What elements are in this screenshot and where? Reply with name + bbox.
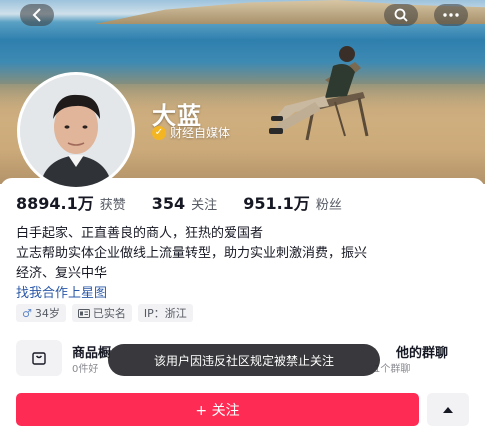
profile-tags: ♂ 34岁 已实名 IP：浙江 <box>16 304 193 322</box>
bio-line: 立志帮助实体企业做线上流量转型，助力实业刺激消费，振兴 <box>16 246 368 261</box>
stat-value: 951.1万 <box>243 194 310 213</box>
tag-verified: 已实名 <box>71 304 132 322</box>
tag-verified-label: 已实名 <box>92 307 126 320</box>
verification-row: ✓ 财经自媒体 <box>152 124 230 141</box>
group-chat-title[interactable]: 他的群聊 <box>396 342 448 361</box>
stat-label: 关注 <box>191 198 218 213</box>
shop-entry[interactable] <box>16 340 62 376</box>
shop-subtitle: 0件好 <box>72 364 99 375</box>
stat-label: 获赞 <box>99 198 126 213</box>
shopping-bag-icon <box>32 352 46 365</box>
profile-bio: 白手起家、正直善良的商人，狂热的爱国者 立志帮助实体企业做线上流量转型，助力实业… <box>16 224 476 304</box>
search-icon <box>394 8 408 22</box>
bio-link-xingtu[interactable]: 找我合作上星图 <box>16 284 476 304</box>
verification-label: 财经自媒体 <box>170 126 231 140</box>
tag-age-label: 34岁 <box>34 307 60 320</box>
avatar-portrait <box>20 75 132 187</box>
toast-message: 该用户因违反社区规定被禁止关注 <box>108 344 380 376</box>
follow-button[interactable]: + 关注 <box>16 393 419 426</box>
stat-value: 8894.1万 <box>16 194 94 213</box>
cover-person-in-chair <box>269 46 369 141</box>
more-button[interactable] <box>434 4 468 26</box>
stat-likes[interactable]: 8894.1万 获赞 <box>16 190 126 214</box>
chevron-left-icon <box>32 8 41 22</box>
bio-line: 经济、复兴中华 <box>16 266 108 281</box>
more-dots-icon <box>443 13 459 17</box>
stat-value: 354 <box>151 194 186 213</box>
verified-badge-icon: ✓ <box>152 125 166 140</box>
id-card-icon <box>77 308 90 318</box>
bio-line: 白手起家、正直善良的商人，狂热的爱国者 <box>16 226 264 241</box>
shop-title[interactable]: 商品橱 <box>72 342 111 361</box>
cover-mountain <box>95 0 485 24</box>
stat-following[interactable]: 354 关注 <box>152 194 217 213</box>
caret-up-icon <box>443 406 453 413</box>
stat-label: 粉丝 <box>315 198 342 213</box>
profile-stats: 8894.1万 获赞 354 关注 951.1万 粉丝 <box>16 190 368 214</box>
back-button[interactable] <box>20 4 54 26</box>
search-button[interactable] <box>384 4 418 26</box>
tag-ip: IP：浙江 <box>137 304 193 322</box>
male-icon: ♂ <box>22 306 32 320</box>
expand-recommendations-button[interactable] <box>427 393 469 426</box>
stat-followers[interactable]: 951.1万 粉丝 <box>243 190 342 214</box>
avatar[interactable] <box>17 72 135 190</box>
tag-age: ♂ 34岁 <box>16 304 66 322</box>
tag-ip-label: IP：浙江 <box>143 307 187 320</box>
